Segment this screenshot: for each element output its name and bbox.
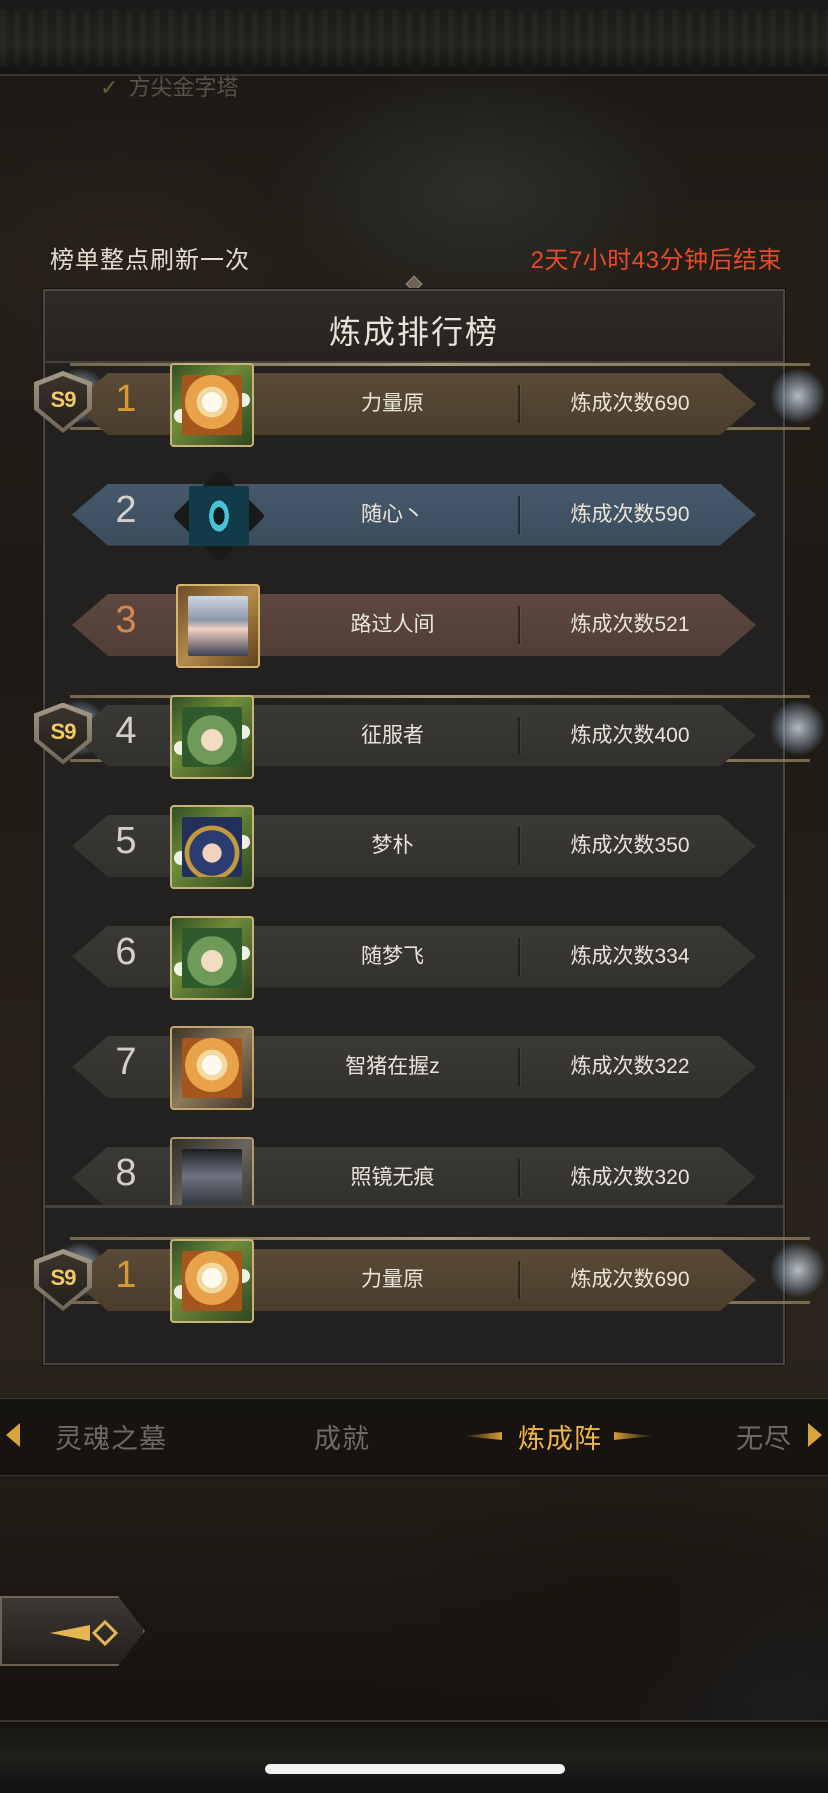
rank-number: 3 (115, 599, 137, 641)
season-badge-label: S9 (50, 387, 77, 412)
panel-title-bar: 炼成排行榜 (45, 291, 783, 363)
banner-divider (518, 1158, 520, 1197)
banner-divider (518, 716, 520, 755)
player-name: 随心丶 (361, 502, 424, 526)
alchemy-count: 炼成次数350 (570, 834, 690, 857)
leaderboard-row[interactable]: 8 照镜无痕 炼成次数320 (0, 1136, 828, 1205)
alchemy-count: 炼成次数322 (570, 1055, 690, 1078)
leaderboard-row[interactable]: S9 4 征服者 炼成次数400 (0, 694, 828, 779)
alchemy-count: 炼成次数521 (570, 613, 690, 636)
season-badge-label: S9 (50, 718, 77, 744)
rank-number: 5 (115, 820, 137, 862)
bottom-frame-bar (0, 1720, 828, 1793)
season-badge-label: S9 (50, 1265, 77, 1290)
rank-number: 8 (115, 1151, 137, 1194)
rank-number: 6 (115, 930, 137, 973)
home-indicator[interactable] (265, 1764, 565, 1774)
banner-divider (518, 827, 520, 865)
tab-achievement[interactable]: 成就 (314, 1417, 370, 1456)
tab-endless[interactable]: 无尽 (736, 1417, 792, 1456)
elf-avatar[interactable] (176, 584, 260, 668)
player-name: 路过人间 (350, 613, 435, 636)
banner-divider (518, 1048, 520, 1086)
back-button[interactable] (0, 1596, 145, 1666)
category-tab-bar: 灵魂之墓 成就 炼成阵 无尽 (0, 1398, 828, 1476)
rabbit-avatar[interactable] (170, 1239, 254, 1323)
rank-number: 2 (115, 488, 137, 531)
alchemy-count: 炼成次数400 (570, 723, 690, 747)
banner-divider (518, 1261, 520, 1299)
player-name: 照镜无痕 (350, 1165, 435, 1189)
faded-quest-text: 方尖金字塔 (128, 75, 239, 100)
rank-number: 1 (115, 378, 137, 420)
rank-number: 4 (115, 709, 137, 752)
leaderboard-row[interactable]: S9 1 力量原 炼成次数690 (0, 363, 828, 447)
banner-divider (518, 385, 520, 423)
countdown-timer: 2天7小时43分钟后结束 (530, 247, 782, 274)
refresh-note: 榜单整点刷新一次 (50, 247, 250, 274)
banner-divider (518, 937, 520, 976)
active-tab-left-wing-icon (462, 1432, 502, 1440)
leaderboard-row[interactable]: 7 智猪在握z 炼成次数322 (0, 1026, 828, 1110)
player-name: 征服者 (361, 723, 424, 747)
player-name: 智猪在握z (345, 1055, 440, 1078)
rank-number: 7 (115, 1041, 137, 1083)
leaderboard-row[interactable]: 3 路过人间 炼成次数521 (0, 584, 828, 668)
tab-soul-tomb[interactable]: 灵魂之墓 (55, 1417, 167, 1456)
eye-avatar[interactable] (172, 469, 266, 562)
panel-title: 炼成排行榜 (328, 314, 499, 350)
blue-hair-avatar[interactable] (170, 805, 254, 889)
list-divider (45, 1205, 783, 1208)
top-frame-bar (0, 0, 828, 76)
leaderboard-list[interactable]: S9 1 力量原 炼成次数690 2 随心丶 炼成次数590 3 路过人间 炼成次数521 S9 4 征… (0, 363, 828, 1205)
rabbit-avatar[interactable] (170, 363, 254, 447)
green-hair-avatar[interactable] (170, 915, 254, 1000)
knight-avatar[interactable] (170, 1136, 254, 1205)
player-name: 随梦飞 (361, 944, 424, 968)
rabbit-avatar[interactable] (170, 1026, 254, 1110)
player-name: 梦朴 (371, 834, 414, 857)
back-arrow-icon (50, 1619, 119, 1647)
alchemy-count: 炼成次数334 (570, 944, 690, 968)
my-rank-score: 炼成次数690 (570, 1268, 690, 1291)
alchemy-count: 炼成次数590 (570, 502, 690, 526)
player-name: 力量原 (361, 392, 424, 415)
my-rank-row[interactable]: S9 1 力量原 炼成次数690 (0, 1237, 828, 1323)
tab-alchemy-array[interactable]: 炼成阵 (518, 1417, 602, 1456)
leaderboard-row[interactable]: 5 梦朴 炼成次数350 (0, 805, 828, 889)
active-tab-right-wing-icon (614, 1432, 654, 1440)
my-rank-name: 力量原 (361, 1268, 424, 1291)
leaderboard-row[interactable]: 2 随心丶 炼成次数590 (0, 469, 828, 562)
faded-quest-label: ✓ 方尖金字塔 (100, 70, 238, 102)
alchemy-count: 炼成次数320 (570, 1165, 690, 1189)
my-rank-number: 1 (115, 1254, 137, 1296)
tab-left-arrow-icon[interactable] (6, 1423, 20, 1447)
alchemy-count: 炼成次数690 (570, 392, 690, 415)
banner-divider (518, 606, 520, 644)
green-hair-avatar[interactable] (170, 694, 254, 779)
banner-divider (518, 495, 520, 534)
tab-right-arrow-icon[interactable] (808, 1423, 822, 1447)
check-icon: ✓ (100, 75, 119, 100)
leaderboard-row[interactable]: 6 随梦飞 炼成次数334 (0, 915, 828, 1000)
